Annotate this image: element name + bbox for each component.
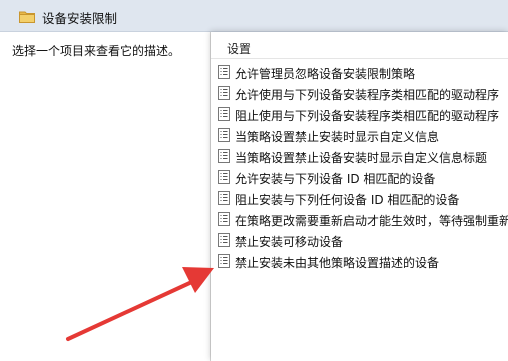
red-arrow-icon	[66, 267, 214, 341]
